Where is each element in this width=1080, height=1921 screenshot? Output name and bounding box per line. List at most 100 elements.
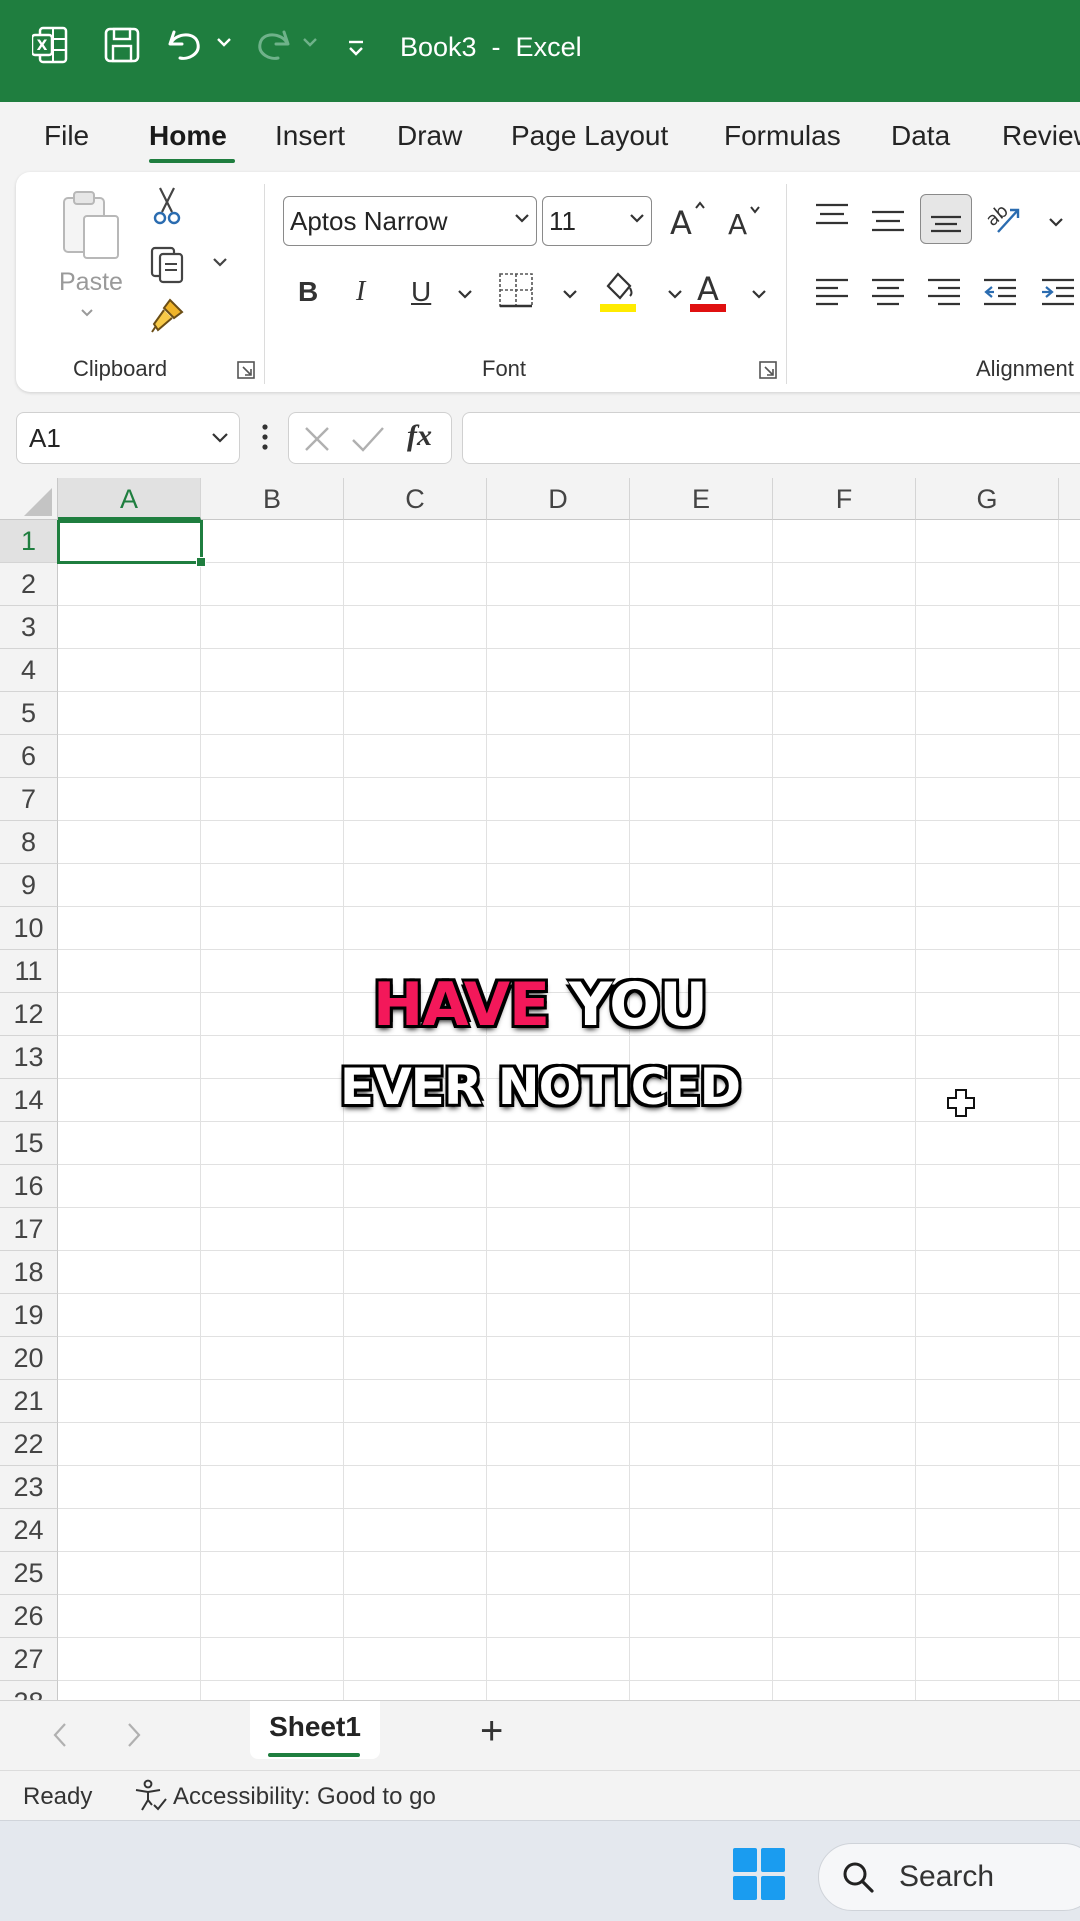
column-header-b[interactable]: B <box>201 478 344 520</box>
top-align-icon[interactable] <box>814 202 850 232</box>
row-header-24[interactable]: 24 <box>0 1509 58 1552</box>
copy-icon[interactable] <box>148 244 188 284</box>
cut-scissors-icon[interactable] <box>152 186 182 226</box>
paste-chevron-down-icon[interactable] <box>80 308 94 318</box>
column-header-g[interactable]: G <box>916 478 1059 520</box>
font-size-chevron-down-icon[interactable] <box>629 211 645 225</box>
formula-input[interactable] <box>462 412 1080 464</box>
windows-start-icon[interactable] <box>732 1847 786 1901</box>
row-header-28[interactable]: 28 <box>0 1681 58 1700</box>
bottom-align-button[interactable] <box>920 194 972 244</box>
paste-icon[interactable] <box>60 188 122 262</box>
row-header-8[interactable]: 8 <box>0 821 58 864</box>
fill-color-chevron-down-icon[interactable] <box>667 288 683 300</box>
column-header-d[interactable]: D <box>487 478 630 520</box>
column-header-c[interactable]: C <box>344 478 487 520</box>
row-header-9[interactable]: 9 <box>0 864 58 907</box>
row-header-21[interactable]: 21 <box>0 1380 58 1423</box>
borders-icon[interactable] <box>498 272 534 310</box>
column-header-f[interactable]: F <box>773 478 916 520</box>
tab-review[interactable]: Review <box>1002 120 1080 152</box>
copy-dropdown-chevron-down-icon[interactable] <box>212 256 228 268</box>
scroll-sheets-left-icon[interactable] <box>52 1721 68 1749</box>
save-icon[interactable] <box>104 26 140 64</box>
font-name-combobox[interactable]: Aptos Narrow <box>283 196 537 246</box>
row-header-18[interactable]: 18 <box>0 1251 58 1294</box>
customize-quick-access-icon[interactable] <box>346 38 366 58</box>
fill-handle[interactable] <box>196 557 206 567</box>
excel-logo-icon[interactable]: X <box>32 26 68 64</box>
tab-data[interactable]: Data <box>891 120 950 152</box>
row-header-16[interactable]: 16 <box>0 1165 58 1208</box>
italic-button[interactable]: I <box>356 276 365 308</box>
row-header-2[interactable]: 2 <box>0 563 58 606</box>
undo-icon[interactable] <box>166 26 206 64</box>
tab-home[interactable]: Home <box>149 120 227 152</box>
row-header-23[interactable]: 23 <box>0 1466 58 1509</box>
orientation-chevron-down-icon[interactable] <box>1048 216 1064 228</box>
column-header-a[interactable]: A <box>58 478 201 520</box>
row-header-25[interactable]: 25 <box>0 1552 58 1595</box>
font-size-combobox[interactable]: 11 <box>542 196 652 246</box>
row-header-26[interactable]: 26 <box>0 1595 58 1638</box>
clipboard-dialog-launcher-icon[interactable] <box>236 360 256 380</box>
row-header-15[interactable]: 15 <box>0 1122 58 1165</box>
font-color-chevron-down-icon[interactable] <box>751 288 767 300</box>
name-box-chevron-down-icon[interactable] <box>211 431 229 445</box>
row-header-3[interactable]: 3 <box>0 606 58 649</box>
row-header-1[interactable]: 1 <box>0 520 58 563</box>
fill-color-bucket-icon[interactable] <box>598 268 638 314</box>
align-left-icon[interactable] <box>814 276 850 308</box>
increase-indent-icon[interactable] <box>1040 276 1076 308</box>
decrease-font-size-icon[interactable]: A <box>726 202 766 242</box>
row-header-7[interactable]: 7 <box>0 778 58 821</box>
middle-align-icon[interactable] <box>870 208 906 238</box>
tab-insert[interactable]: Insert <box>275 120 345 152</box>
tab-formulas[interactable]: Formulas <box>724 120 841 152</box>
tab-file[interactable]: File <box>44 120 89 152</box>
accessibility-status[interactable]: Accessibility: Good to go <box>173 1783 436 1811</box>
row-header-6[interactable]: 6 <box>0 735 58 778</box>
column-header-e[interactable]: E <box>630 478 773 520</box>
column-header-partial[interactable] <box>1059 478 1080 520</box>
sheet-tab-sheet1[interactable]: Sheet1 <box>250 1701 380 1759</box>
row-header-5[interactable]: 5 <box>0 692 58 735</box>
active-cell-a1[interactable] <box>57 520 203 564</box>
underline-chevron-down-icon[interactable] <box>457 288 473 300</box>
accessibility-icon[interactable] <box>132 1779 168 1813</box>
more-options-dots-icon[interactable] <box>262 424 268 450</box>
borders-chevron-down-icon[interactable] <box>562 288 578 300</box>
row-header-20[interactable]: 20 <box>0 1337 58 1380</box>
orientation-icon[interactable]: ab <box>982 198 1022 238</box>
decrease-indent-icon[interactable] <box>982 276 1018 308</box>
row-header-19[interactable]: 19 <box>0 1294 58 1337</box>
select-all-corner[interactable] <box>0 478 58 520</box>
align-right-icon[interactable] <box>926 276 962 308</box>
increase-font-size-icon[interactable]: A <box>668 198 708 240</box>
undo-dropdown-chevron-down-icon[interactable] <box>216 36 232 48</box>
align-center-icon[interactable] <box>870 276 906 308</box>
row-header-27[interactable]: 27 <box>0 1638 58 1681</box>
insert-function-fx-button[interactable]: fx <box>407 419 432 453</box>
paste-label[interactable]: Paste <box>59 268 123 297</box>
row-header-22[interactable]: 22 <box>0 1423 58 1466</box>
row-header-17[interactable]: 17 <box>0 1208 58 1251</box>
new-sheet-plus-button[interactable]: + <box>480 1709 503 1754</box>
tab-draw[interactable]: Draw <box>397 120 462 152</box>
redo-icon[interactable] <box>252 26 292 64</box>
name-box[interactable]: A1 <box>16 412 240 464</box>
font-name-chevron-down-icon[interactable] <box>514 211 530 225</box>
cancel-x-icon[interactable] <box>303 425 331 453</box>
tab-page-layout[interactable]: Page Layout <box>511 120 668 152</box>
scroll-sheets-right-icon[interactable] <box>126 1721 142 1749</box>
font-dialog-launcher-icon[interactable] <box>758 360 778 380</box>
row-header-4[interactable]: 4 <box>0 649 58 692</box>
taskbar-search[interactable]: Search <box>818 1843 1080 1911</box>
bold-button[interactable]: B <box>298 276 318 308</box>
row-header-10[interactable]: 10 <box>0 907 58 950</box>
format-painter-icon[interactable] <box>148 296 188 336</box>
redo-dropdown-chevron-down-icon[interactable] <box>302 36 318 48</box>
font-color-icon[interactable]: A <box>688 268 728 314</box>
enter-check-icon[interactable] <box>351 425 385 453</box>
underline-button[interactable]: U <box>411 276 431 308</box>
